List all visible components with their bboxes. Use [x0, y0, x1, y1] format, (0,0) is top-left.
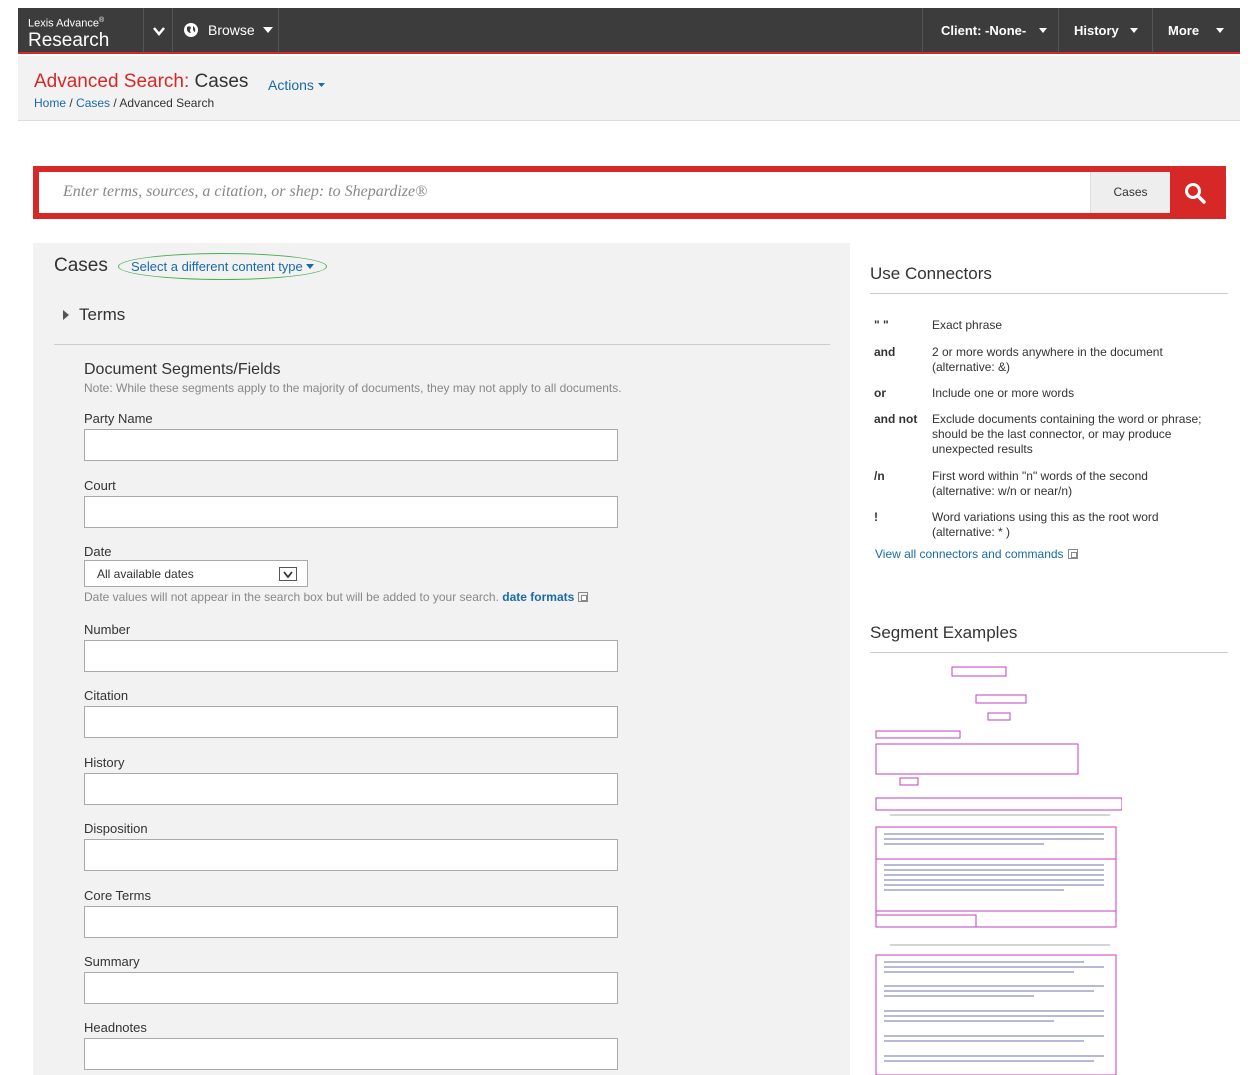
disposition-field[interactable] — [84, 839, 618, 871]
breadcrumb-separator: / — [69, 96, 73, 110]
different-content-type-label: Select a different content type — [131, 259, 303, 274]
dropdown-arrow-icon — [279, 567, 297, 581]
segments-title: Document Segments/Fields — [84, 361, 281, 378]
date-label: Date — [84, 544, 112, 559]
disposition-label: Disposition — [84, 821, 148, 836]
view-all-connectors-label: View all connectors and commands — [875, 547, 1064, 561]
caret-down-icon — [306, 264, 315, 269]
segments-note: Note: While these segments apply to the … — [84, 381, 622, 395]
globe-icon — [184, 23, 198, 37]
search-button[interactable] — [1170, 172, 1220, 213]
history-field[interactable] — [84, 773, 618, 805]
breadcrumb: Home / Cases / Advanced Search — [34, 96, 214, 110]
core-terms-label: Core Terms — [84, 888, 151, 903]
caret-down-icon — [1130, 28, 1138, 33]
divider — [870, 293, 1228, 294]
segment-examples-heading: Segment Examples — [870, 623, 1018, 642]
date-select[interactable]: All available dates — [84, 560, 308, 587]
search-bar: Enter terms, sources, a citation, or she… — [33, 166, 1226, 219]
view-all-connectors-link[interactable]: View all connectors and commands — [875, 547, 1078, 561]
segment-examples-image[interactable] — [870, 655, 1122, 1075]
connector-desc: First word within "n" words of the secon… — [932, 469, 1148, 498]
more-menu[interactable]: More — [1152, 8, 1240, 54]
summary-label: Summary — [84, 954, 140, 969]
breadcrumb-home[interactable]: Home — [34, 96, 66, 110]
caret-down-icon — [317, 83, 325, 87]
page-title: Advanced Search: Cases — [34, 71, 248, 93]
connector-key: ! — [874, 510, 878, 524]
party-name-field[interactable] — [84, 429, 618, 461]
search-input[interactable]: Enter terms, sources, a citation, or she… — [63, 183, 427, 201]
caret-down-icon — [1039, 28, 1047, 33]
use-connectors-heading: Use Connectors — [870, 264, 992, 283]
date-select-value: All available dates — [97, 567, 194, 581]
connector-key: and not — [874, 412, 918, 426]
summary-field[interactable] — [84, 972, 618, 1004]
party-name-label: Party Name — [84, 411, 153, 426]
court-field[interactable] — [84, 496, 618, 528]
date-note-text: Date values will not appear in the searc… — [84, 590, 499, 604]
select-different-content-type-link[interactable]: Select a different content type — [118, 253, 328, 280]
advanced-search-form: Cases Select a different content type Te… — [33, 243, 850, 1075]
caret-down-icon — [263, 27, 273, 33]
brand-name-big: Research — [28, 29, 110, 51]
terms-section-toggle[interactable]: Terms — [63, 305, 125, 325]
page-title-type: Cases — [194, 71, 249, 92]
date-note: Date values will not appear in the searc… — [84, 590, 589, 604]
breadcrumb-cases[interactable]: Cases — [76, 96, 110, 110]
caret-down-icon — [1216, 28, 1224, 33]
search-icon — [1185, 183, 1206, 204]
content-type-selector[interactable]: Cases — [1090, 172, 1170, 213]
page-title-prefix: Advanced Search: — [34, 71, 190, 92]
history-label: History — [84, 755, 125, 770]
number-label: Number — [84, 622, 131, 637]
breadcrumb-separator: / — [113, 96, 117, 110]
brand-registered: ® — [98, 17, 105, 24]
connector-desc: 2 or more words anywhere in the document… — [932, 345, 1163, 374]
citation-label: Citation — [84, 688, 129, 703]
external-link-icon — [578, 592, 589, 602]
connector-desc: Include one or more words — [932, 386, 1075, 400]
connector-key: or — [874, 386, 886, 400]
citation-field[interactable] — [84, 706, 618, 738]
connector-key: " " — [874, 318, 889, 332]
actions-menu[interactable]: Actions — [268, 77, 325, 93]
connector-key: /n — [874, 469, 885, 483]
browse-label: Browse — [208, 22, 255, 38]
client-menu[interactable]: Client: -None- — [922, 8, 1058, 54]
chevron-down-icon — [153, 27, 165, 36]
divider — [870, 652, 1228, 653]
date-formats-link[interactable]: date formats — [502, 590, 574, 604]
brand-name-small: Lexis Advance — [28, 17, 99, 30]
caret-right-icon — [63, 310, 69, 320]
content-type-heading: Cases — [54, 255, 108, 276]
terms-label: Terms — [79, 305, 126, 324]
divider — [54, 344, 830, 345]
browse-menu[interactable]: Browse — [173, 8, 279, 54]
history-menu[interactable]: History — [1058, 8, 1152, 54]
connector-key: and — [874, 345, 896, 359]
headnotes-field[interactable] — [84, 1038, 618, 1070]
number-field[interactable] — [84, 640, 618, 672]
connector-desc: Word variations using this as the root w… — [932, 510, 1159, 539]
external-link-icon — [1067, 549, 1078, 559]
breadcrumb-current: Advanced Search — [119, 96, 215, 110]
top-nav: Lexis Advance® Research Browse Client: -… — [18, 8, 1240, 54]
connector-desc: Exclude documents containing the word or… — [932, 412, 1202, 456]
actions-label: Actions — [268, 77, 314, 93]
court-label: Court — [84, 478, 116, 493]
brand-logo[interactable]: Lexis Advance® Research — [28, 15, 109, 52]
history-label: History — [1074, 23, 1119, 38]
page-header: Advanced Search: Cases Actions Home / Ca… — [18, 56, 1240, 121]
product-switcher-button[interactable] — [143, 8, 173, 54]
headnotes-label: Headnotes — [84, 1020, 147, 1035]
client-label: Client: -None- — [941, 23, 1027, 38]
core-terms-field[interactable] — [84, 906, 618, 938]
connector-desc: Exact phrase — [932, 318, 1003, 332]
more-label: More — [1168, 23, 1200, 38]
